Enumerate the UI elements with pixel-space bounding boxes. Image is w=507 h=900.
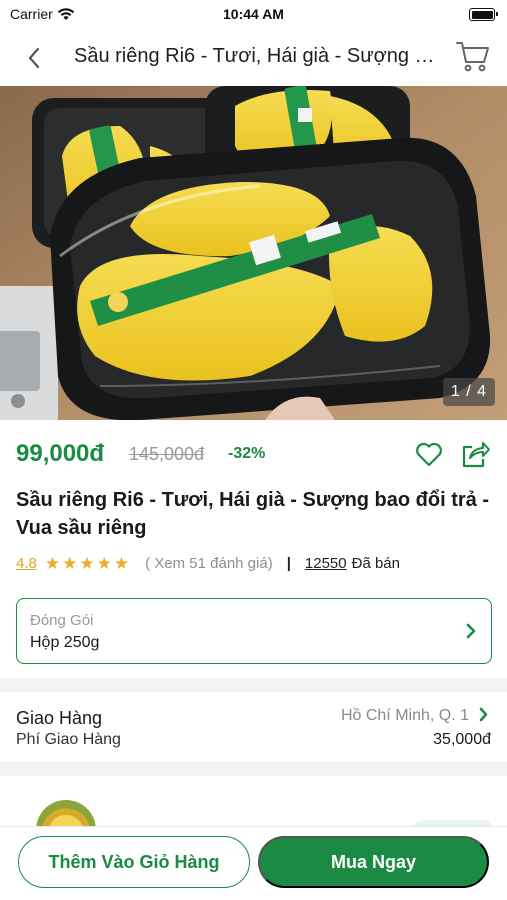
cart-button[interactable] <box>455 39 491 73</box>
product-photo <box>0 86 507 420</box>
page-title: Sầu riêng Ri6 - Tươi, Hái già - Sượng ba… <box>74 45 440 67</box>
image-counter: 1 / 4 <box>442 378 495 406</box>
star-icon: ★ <box>96 553 112 573</box>
discount-badge: -32% <box>228 445 266 462</box>
packaging-selector[interactable]: Đóng Gói Hộp 250g <box>16 598 492 664</box>
add-to-cart-button[interactable]: Thêm Vào Giỏ Hàng <box>18 836 250 888</box>
back-button[interactable] <box>18 42 50 74</box>
star-icon: ★ <box>79 553 95 573</box>
shop-section <box>0 776 507 826</box>
original-price: 145,000đ <box>129 444 205 464</box>
shipping-fee-label: Phí Giao Hàng <box>16 731 121 748</box>
rating-value[interactable]: 4.8 <box>16 555 37 572</box>
share-icon <box>462 442 490 468</box>
shipping-title: Giao Hàng <box>16 708 103 728</box>
chevron-right-icon <box>479 707 488 722</box>
buy-now-button[interactable]: Mua Ngay <box>258 836 489 888</box>
section-divider <box>0 762 507 776</box>
separator: | <box>286 554 291 572</box>
battery-icon <box>469 8 498 21</box>
shipping-location: Hồ Chí Minh, Q. 1 <box>340 707 469 724</box>
sold-count: 12550 <box>304 554 347 572</box>
rating-row: 4.8 ★ ★ ★ ★ ★ ( Xem 51 đánh giá) | 12550… <box>16 552 491 574</box>
chevron-left-icon <box>28 47 40 69</box>
sold-label: Đã bán <box>351 554 400 572</box>
status-time: 10:44 AM <box>223 6 284 22</box>
product-title: Sầu riêng Ri6 - Tươi, Hái già - Sượng ba… <box>16 489 489 539</box>
rating-stars: ★ ★ ★ ★ ★ <box>45 555 129 572</box>
section-divider <box>0 678 507 692</box>
packaging-value: Hộp 250g <box>30 634 100 651</box>
current-price: 99,000đ <box>16 440 105 467</box>
chevron-right-icon <box>466 623 476 639</box>
price-row: 99,000đ 145,000đ -32% <box>16 438 491 472</box>
star-icon: ★ <box>113 553 130 573</box>
bottom-action-bar: Thêm Vào Giỏ Hàng Mua Ngay <box>0 826 507 900</box>
star-icon: ★ <box>62 553 78 573</box>
product-image-gallery[interactable]: 1 / 4 <box>0 86 507 420</box>
navigation-bar: Sầu riêng Ri6 - Tươi, Hái già - Sượng ba… <box>0 30 507 86</box>
share-button[interactable] <box>459 438 491 470</box>
packaging-label: Đóng Gói <box>30 612 94 629</box>
heart-icon <box>416 442 442 467</box>
cart-icon <box>456 42 489 72</box>
shop-logo <box>36 800 96 826</box>
shipping-section[interactable]: Giao Hàng Phí Giao Hàng Hồ Chí Minh, Q. … <box>0 692 507 762</box>
status-bar: Carrier 10:44 AM <box>0 0 507 30</box>
shipping-fee: 35,000đ <box>433 731 491 748</box>
reviews-link[interactable]: ( Xem 51 đánh giá) <box>145 555 273 572</box>
favorite-button[interactable] <box>413 438 445 470</box>
star-icon: ★ <box>44 553 61 573</box>
